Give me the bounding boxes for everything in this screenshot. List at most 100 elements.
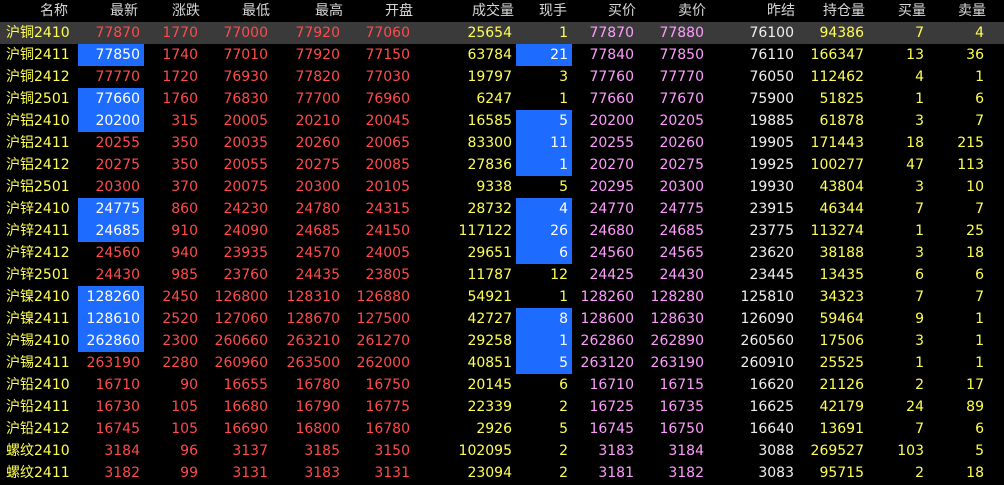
cell-bid: 20255	[589, 135, 634, 151]
cell-oi: 94386	[819, 25, 864, 41]
cell-low: 76830	[223, 91, 268, 107]
cell-prevsettle: 23915	[749, 201, 794, 217]
cell-volume: 22339	[467, 399, 512, 415]
cell-last: 77850	[78, 44, 144, 66]
cell-change: 940	[171, 245, 198, 261]
header-bidvol[interactable]: 买量	[898, 0, 938, 22]
cell-prevsettle: 23775	[749, 223, 794, 239]
cell-last: 20275	[95, 157, 140, 173]
header-volume[interactable]: 成交量	[472, 0, 522, 22]
cell-oi: 13435	[819, 267, 864, 283]
cell-change: 90	[180, 377, 198, 393]
cell-bidvol: 18	[906, 135, 924, 151]
quote-row[interactable]: 沪铅2411 16730 105 16680 16790 16775 22339 2 16725…	[0, 396, 1004, 418]
quote-row[interactable]: 沪锌2411 24685 910 24090 24685 24150 117122 26 246…	[0, 220, 1004, 242]
cell-ask: 3184	[668, 443, 704, 459]
cell-last: 16710	[95, 377, 140, 393]
cell-bidvol: 3	[915, 333, 924, 349]
header-change[interactable]: 涨跌	[172, 0, 212, 22]
cell-bidvol: 1	[915, 223, 924, 239]
cell-high: 77700	[295, 91, 340, 107]
cell-bidvol: 7	[915, 25, 924, 41]
header-askvol[interactable]: 卖量	[958, 0, 998, 22]
cell-askvol: 1	[975, 355, 984, 371]
cell-askvol: 4	[975, 25, 984, 41]
header-bid[interactable]: 买价	[608, 0, 648, 22]
cell-change: 105	[171, 421, 198, 437]
cell-curhand: 6	[559, 377, 568, 393]
header-curhand[interactable]: 现手	[539, 0, 579, 22]
quote-row[interactable]: 沪铝2411 20255 350 20035 20260 20065 83300 11 2025…	[0, 132, 1004, 154]
quote-row[interactable]: 螺纹2410 3184 96 3137 3185 3150 102095 2 3183 3184 3…	[0, 440, 1004, 462]
quote-row[interactable]: 沪镍2410 128260 2450 126800 128310 126880 54921 1…	[0, 286, 1004, 308]
cell-askvol: 36	[966, 47, 984, 63]
cell-volume: 42727	[467, 311, 512, 327]
cell-last: 20200	[78, 110, 144, 132]
quote-row[interactable]: 螺纹2411 3182 99 3131 3183 3131 23094 2 3181 3182 30…	[0, 462, 1004, 484]
quote-row[interactable]: 沪铜2412 77770 1720 76930 77820 77030 19797 3 7776…	[0, 66, 1004, 88]
cell-low: 16680	[223, 399, 268, 415]
quote-row[interactable]: 沪铝2501 20300 370 20075 20300 20105 9338 5 20295 2…	[0, 176, 1004, 198]
cell-curhand: 8	[516, 308, 572, 330]
quote-row[interactable]: 沪铅2412 16745 105 16690 16800 16780 2926 5 16745 1…	[0, 418, 1004, 440]
cell-name: 沪铝2411	[6, 135, 70, 151]
cell-askvol: 18	[966, 465, 984, 481]
cell-oi: 38188	[819, 245, 864, 261]
quote-row[interactable]: 沪铜2501 77660 1760 76830 77700 76960 6247 1 77660…	[0, 88, 1004, 110]
quote-row[interactable]: 沪锌2501 24430 985 23760 24435 23805 11787 12 2442…	[0, 264, 1004, 286]
header-high[interactable]: 最高	[315, 0, 355, 22]
cell-last: 128610	[78, 308, 144, 330]
cell-volume: 27836	[467, 157, 512, 173]
cell-last: 24430	[95, 267, 140, 283]
quote-row[interactable]: 沪锌2410 24775 860 24230 24780 24315 28732 4 24770…	[0, 198, 1004, 220]
quote-row[interactable]: 沪铝2410 20200 315 20005 20210 20045 16585 5 20200…	[0, 110, 1004, 132]
header-ask[interactable]: 卖价	[678, 0, 718, 22]
quote-row[interactable]: 沪锡2410 262860 2300 260660 263210 261270 29258 1…	[0, 330, 1004, 352]
header-open[interactable]: 开盘	[385, 0, 425, 22]
quote-row[interactable]: 沪铜2411 77850 1740 77010 77920 77150 63784 21 778…	[0, 44, 1004, 66]
cell-prevsettle: 3083	[758, 465, 794, 481]
quote-row[interactable]: 沪铅2410 16710 90 16655 16780 16750 20145 6 16710 1…	[0, 374, 1004, 396]
cell-bidvol: 103	[897, 443, 924, 459]
cell-last: 263190	[86, 355, 140, 371]
cell-high: 263500	[286, 355, 340, 371]
quote-row[interactable]: 沪铝2412 20275 350 20055 20275 20085 27836 1 20270…	[0, 154, 1004, 176]
cell-bid: 263120	[580, 355, 634, 371]
cell-prevsettle: 76110	[749, 47, 794, 63]
cell-ask: 263190	[650, 355, 704, 371]
cell-open: 16775	[365, 399, 410, 415]
quote-row[interactable]: 沪锡2411 263190 2280 260960 263500 262000 40851 5…	[0, 352, 1004, 374]
cell-name: 沪铜2411	[6, 47, 70, 63]
cell-ask: 16715	[659, 377, 704, 393]
cell-low: 20005	[223, 113, 268, 129]
header-name[interactable]: 名称	[40, 0, 90, 22]
cell-oi: 13691	[819, 421, 864, 437]
quote-row[interactable]: 沪镍2411 128610 2520 127060 128670 127500 42727 8…	[0, 308, 1004, 330]
cell-change: 99	[180, 465, 198, 481]
cell-ask: 128630	[650, 311, 704, 327]
header-oi[interactable]: 持仓量	[823, 0, 873, 22]
quote-row[interactable]: 沪锌2412 24560 940 23935 24570 24005 29651 6 24560…	[0, 242, 1004, 264]
cell-open: 262000	[356, 355, 410, 371]
cell-open: 24150	[365, 223, 410, 239]
cell-oi: 42179	[819, 399, 864, 415]
header-last[interactable]: 最新	[110, 0, 150, 22]
quote-row[interactable]: 沪铜2410 77870 1770 77000 77920 77060 25654 1 7787…	[0, 22, 1004, 44]
cell-prevsettle: 126090	[740, 311, 794, 327]
cell-askvol: 1	[975, 311, 984, 327]
cell-high: 20210	[295, 113, 340, 129]
cell-prevsettle: 23620	[749, 245, 794, 261]
header-low[interactable]: 最低	[242, 0, 282, 22]
cell-curhand: 3	[559, 69, 568, 85]
cell-high: 16800	[295, 421, 340, 437]
cell-name: 沪铅2410	[6, 377, 70, 393]
cell-change: 315	[171, 113, 198, 129]
cell-bid: 24560	[589, 245, 634, 261]
cell-volume: 6247	[476, 91, 512, 107]
cell-volume: 2926	[476, 421, 512, 437]
cell-bidvol: 7	[915, 421, 924, 437]
cell-ask: 77850	[659, 47, 704, 63]
cell-prevsettle: 3088	[758, 443, 794, 459]
header-prevsettle[interactable]: 昨结	[767, 0, 807, 22]
cell-volume: 16585	[467, 113, 512, 129]
